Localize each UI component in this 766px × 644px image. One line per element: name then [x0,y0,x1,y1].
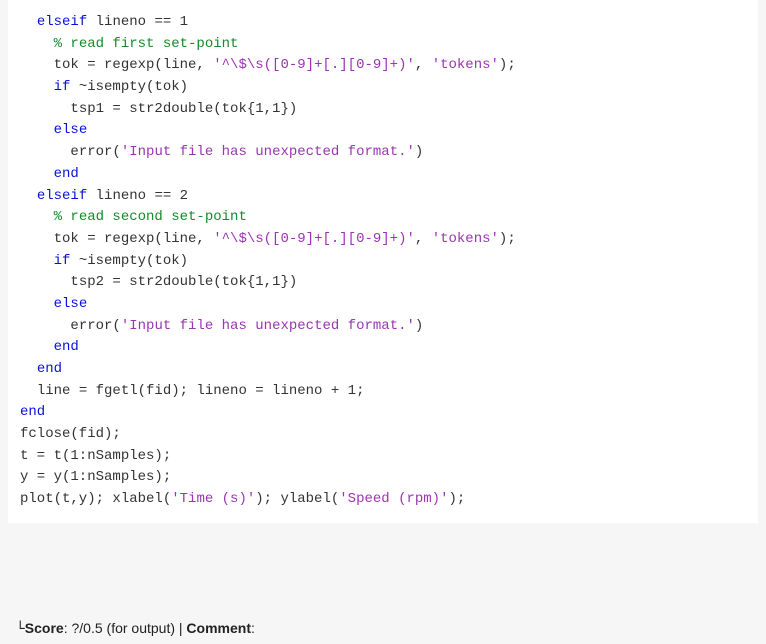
code-token: 'tokens' [432,57,499,73]
code-token: error( [70,144,120,160]
code-token: t = t(1:nSamples); [20,448,171,464]
code-token: error( [70,318,120,334]
code-token: plot(t,y); xlabel( [20,491,171,507]
code-line: t = t(1:nSamples); [8,446,758,468]
code-line: error('Input file has unexpected format.… [8,142,758,164]
code-token: ); [499,57,516,73]
code-token: ); [448,491,465,507]
code-line: error('Input file has unexpected format.… [8,316,758,338]
code-token: ~isempty(tok) [70,253,188,269]
code-token: '^\$\s([0-9]+[.][0-9]+)' [213,57,415,73]
code-token: 'Input file has unexpected format.' [121,318,415,334]
code-token: else [54,122,88,138]
code-line: plot(t,y); xlabel('Time (s)'); ylabel('S… [8,489,758,511]
code-token: '^\$\s([0-9]+[.][0-9]+)' [213,231,415,247]
code-line: end [8,164,758,186]
code-line: tok = regexp(line, '^\$\s([0-9]+[.][0-9]… [8,55,758,77]
code-token: lineno == [87,188,179,204]
code-token: 2 [180,188,188,204]
code-line: if ~isempty(tok) [8,77,758,99]
code-token: end [54,339,79,355]
tree-tick: └ [16,621,25,638]
code-line: end [8,402,758,424]
code-token: else [54,296,88,312]
code-token: ); ylabel( [255,491,339,507]
code-token: tok = regexp(line, [54,57,214,73]
code-line: tok = regexp(line, '^\$\s([0-9]+[.][0-9]… [8,229,758,251]
code-token: y = y(1:nSamples); [20,469,171,485]
code-line: elseif lineno == 1 [8,12,758,34]
code-token: tok = regexp(line, [54,231,214,247]
code-line: end [8,359,758,381]
code-token: , [415,231,432,247]
code-token: 'tokens' [432,231,499,247]
code-token: ) [415,318,423,334]
code-token: 1 [180,14,188,30]
code-token: ); [499,231,516,247]
code-line: else [8,120,758,142]
score-footer: └Score: ?/0.5 (for output) | Comment: [8,604,255,638]
code-token: fclose(fid); [20,426,121,442]
code-token: 'Input file has unexpected format.' [121,144,415,160]
comment-value: : [251,620,255,636]
code-token: tsp2 = str2double(tok{1,1}) [70,274,297,290]
code-line: y = y(1:nSamples); [8,467,758,489]
code-line: % read second set-point [8,207,758,229]
code-token: % read first set-point [54,36,239,52]
code-token: end [37,361,62,377]
code-line: fclose(fid); [8,424,758,446]
code-line: end [8,337,758,359]
code-line: line = fgetl(fid); lineno = lineno + 1; [8,381,758,403]
code-token: elseif [37,188,87,204]
code-line: else [8,294,758,316]
code-block: elseif lineno == 1 % read first set-poin… [8,0,758,523]
code-token: line = fgetl(fid); lineno = lineno + 1; [37,383,365,399]
code-token: end [54,166,79,182]
code-token: if [54,253,71,269]
code-line: if ~isempty(tok) [8,251,758,273]
code-line: % read first set-point [8,34,758,56]
score-value: : ?/0.5 (for output) | [64,620,187,636]
code-token: lineno == [87,14,179,30]
comment-label: Comment [186,620,251,636]
score-label: Score [25,620,64,636]
code-token: ~isempty(tok) [70,79,188,95]
code-token: if [54,79,71,95]
code-line: elseif lineno == 2 [8,186,758,208]
code-token: elseif [37,14,87,30]
code-line: tsp2 = str2double(tok{1,1}) [8,272,758,294]
code-token: 'Speed (rpm)' [339,491,448,507]
code-token: % read second set-point [54,209,247,225]
code-token: , [415,57,432,73]
code-token: end [20,404,45,420]
code-token: ) [415,144,423,160]
code-token: 'Time (s)' [171,491,255,507]
code-token: tsp1 = str2double(tok{1,1}) [70,101,297,117]
code-line: tsp1 = str2double(tok{1,1}) [8,99,758,121]
